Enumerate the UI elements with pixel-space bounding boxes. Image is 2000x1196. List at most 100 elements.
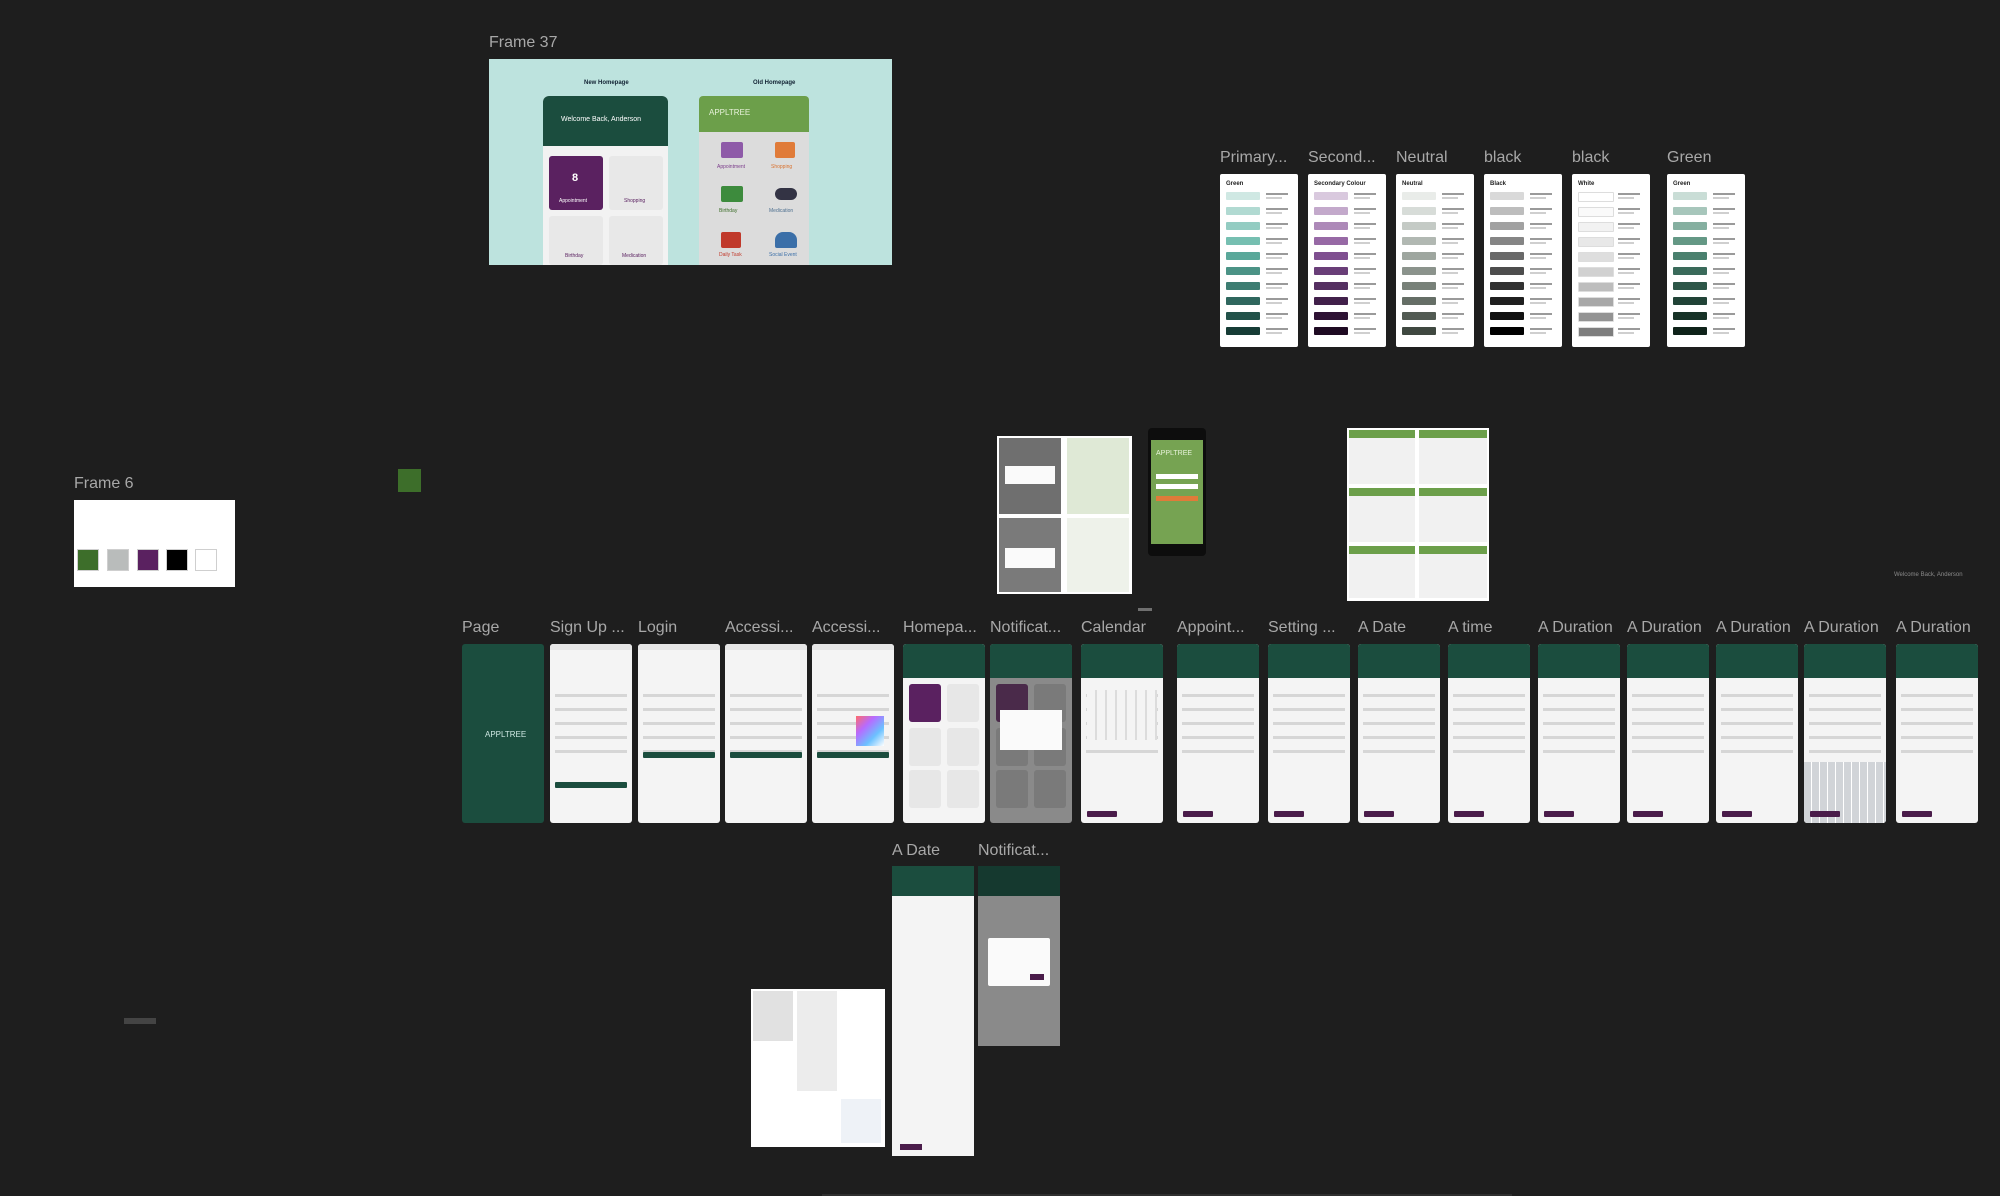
screen-primary-button[interactable] [1364, 811, 1394, 817]
old-screens-board[interactable] [997, 436, 1132, 594]
screen-primary-button[interactable] [554, 782, 628, 788]
palette-label-3[interactable]: black [1484, 149, 1568, 167]
color-chip-green[interactable] [77, 549, 99, 571]
screen-2[interactable] [638, 644, 720, 823]
screen-label-8[interactable]: Appoint... [1177, 619, 1263, 637]
old-tile-birthday[interactable]: Birthday [719, 208, 737, 214]
palette-label-5[interactable]: Green [1667, 149, 1751, 167]
screen-primary-button[interactable] [1810, 811, 1840, 817]
palette-label-4[interactable]: black [1572, 149, 1656, 167]
screen-4[interactable] [812, 644, 894, 823]
screen-label-12[interactable]: A Duration [1538, 619, 1624, 637]
frame6-label[interactable]: Frame 6 [74, 475, 134, 493]
green-square[interactable] [398, 469, 421, 492]
tile-medication[interactable]: Medication [609, 216, 663, 265]
old-login-phone[interactable]: APPLTREE [1148, 428, 1206, 556]
screen-primary-button[interactable] [1544, 811, 1574, 817]
color-chip-gray[interactable] [107, 549, 129, 571]
color-picker[interactable] [856, 716, 884, 746]
old-tile-daily-task[interactable]: Daily Task [719, 252, 742, 258]
screen-14[interactable] [1716, 644, 1798, 823]
screen-6[interactable] [990, 644, 1072, 823]
screen-label-13[interactable]: A Duration [1627, 619, 1713, 637]
screen-label-6[interactable]: Notificat... [990, 619, 1076, 637]
bottom-notification-ok[interactable] [1030, 974, 1044, 980]
palette-swatch-caption [1713, 268, 1735, 270]
palette-card-3[interactable]: Black [1484, 174, 1562, 347]
color-chip-purple[interactable] [137, 549, 159, 571]
palette-swatch [1226, 297, 1260, 305]
screen-9[interactable] [1268, 644, 1350, 823]
pill-icon [775, 188, 797, 200]
palette-swatch [1226, 267, 1260, 275]
screen-8[interactable] [1177, 644, 1259, 823]
screen-16[interactable] [1896, 644, 1978, 823]
old-tile-appointment[interactable]: Appointment [717, 164, 745, 170]
screen-primary-button[interactable] [1633, 811, 1663, 817]
color-chip-white[interactable] [195, 549, 217, 571]
bottom-a-date-save[interactable] [900, 1144, 922, 1150]
screen-label-5[interactable]: Homepa... [903, 619, 989, 637]
screen-label-11[interactable]: A time [1448, 619, 1534, 637]
palette-swatch [1490, 207, 1524, 215]
palette-card-5[interactable]: Green [1667, 174, 1745, 347]
screen-label-10[interactable]: A Date [1358, 619, 1444, 637]
flow-overview-board[interactable] [751, 989, 885, 1147]
screen-5[interactable] [903, 644, 985, 823]
screen-label-3[interactable]: Accessi... [725, 619, 811, 637]
screen-11[interactable] [1448, 644, 1530, 823]
bottom-a-date-screen[interactable] [892, 866, 974, 1156]
screen-label-15[interactable]: A Duration [1804, 619, 1890, 637]
screen-primary-button[interactable] [642, 752, 716, 758]
old-tile-shopping[interactable]: Shopping [771, 164, 792, 170]
screen-12[interactable] [1538, 644, 1620, 823]
palette-card-4[interactable]: White [1572, 174, 1650, 347]
old-tile-social-event[interactable]: Social Event [769, 252, 797, 258]
screen-10[interactable] [1358, 644, 1440, 823]
screen-primary-button[interactable] [1902, 811, 1932, 817]
palette-card-2[interactable]: Neutral [1396, 174, 1474, 347]
screen-13[interactable] [1627, 644, 1709, 823]
screen-label-14[interactable]: A Duration [1716, 619, 1802, 637]
tile-appointment[interactable]: 8 Appointment [549, 156, 603, 210]
screen-label-2[interactable]: Login [638, 619, 724, 637]
tile-shopping[interactable]: Shopping [609, 156, 663, 210]
screen-primary-button[interactable] [1454, 811, 1484, 817]
new-homepage-phone[interactable]: Welcome Back, Anderson 8 Appointment Sho… [543, 96, 668, 265]
screen-primary-button[interactable] [816, 752, 890, 758]
screen-label-7[interactable]: Calendar [1081, 619, 1167, 637]
screen-primary-button[interactable] [1183, 811, 1213, 817]
screen-label-4[interactable]: Accessi... [812, 619, 898, 637]
screen-label-9[interactable]: Setting ... [1268, 619, 1354, 637]
screen-primary-button[interactable] [1722, 811, 1752, 817]
screen-15[interactable] [1804, 644, 1886, 823]
screen-1[interactable] [550, 644, 632, 823]
palette-card-1[interactable]: Secondary Colour [1308, 174, 1386, 347]
old-calendar-board[interactable] [1347, 428, 1489, 601]
palette-card-0[interactable]: Green [1220, 174, 1298, 347]
palette-label-0[interactable]: Primary... [1220, 149, 1304, 167]
old-homepage-phone[interactable]: APPLTREE Appointment Shopping Birthday M… [699, 96, 809, 265]
screen-label-1[interactable]: Sign Up ... [550, 619, 636, 637]
screen-label-0[interactable]: Page [462, 619, 548, 637]
tile-birthday[interactable]: Birthday [549, 216, 603, 265]
screen-7[interactable] [1081, 644, 1163, 823]
frame37-label[interactable]: Frame 37 [489, 34, 557, 52]
palette-label-1[interactable]: Second... [1308, 149, 1392, 167]
screen-3[interactable] [725, 644, 807, 823]
bottom-a-date-label[interactable]: A Date [892, 842, 962, 860]
bottom-notification-label[interactable]: Notificat... [978, 842, 1060, 860]
screen-0[interactable]: APPLTREE [462, 644, 544, 823]
frame6[interactable] [74, 500, 235, 587]
screen-primary-button[interactable] [729, 752, 803, 758]
palette-swatch-caption [1266, 283, 1288, 285]
old-tile-medication[interactable]: Medication [769, 208, 793, 214]
color-chip-black[interactable] [166, 549, 188, 571]
screen-primary-button[interactable] [1274, 811, 1304, 817]
frame37[interactable]: New Homepage Old Homepage Welcome Back, … [489, 59, 892, 265]
bottom-notification-screen[interactable] [978, 866, 1060, 1046]
screen-primary-button[interactable] [1087, 811, 1117, 817]
calendar-grid[interactable] [1087, 690, 1157, 740]
screen-label-16[interactable]: A Duration [1896, 619, 1982, 637]
palette-label-2[interactable]: Neutral [1396, 149, 1480, 167]
